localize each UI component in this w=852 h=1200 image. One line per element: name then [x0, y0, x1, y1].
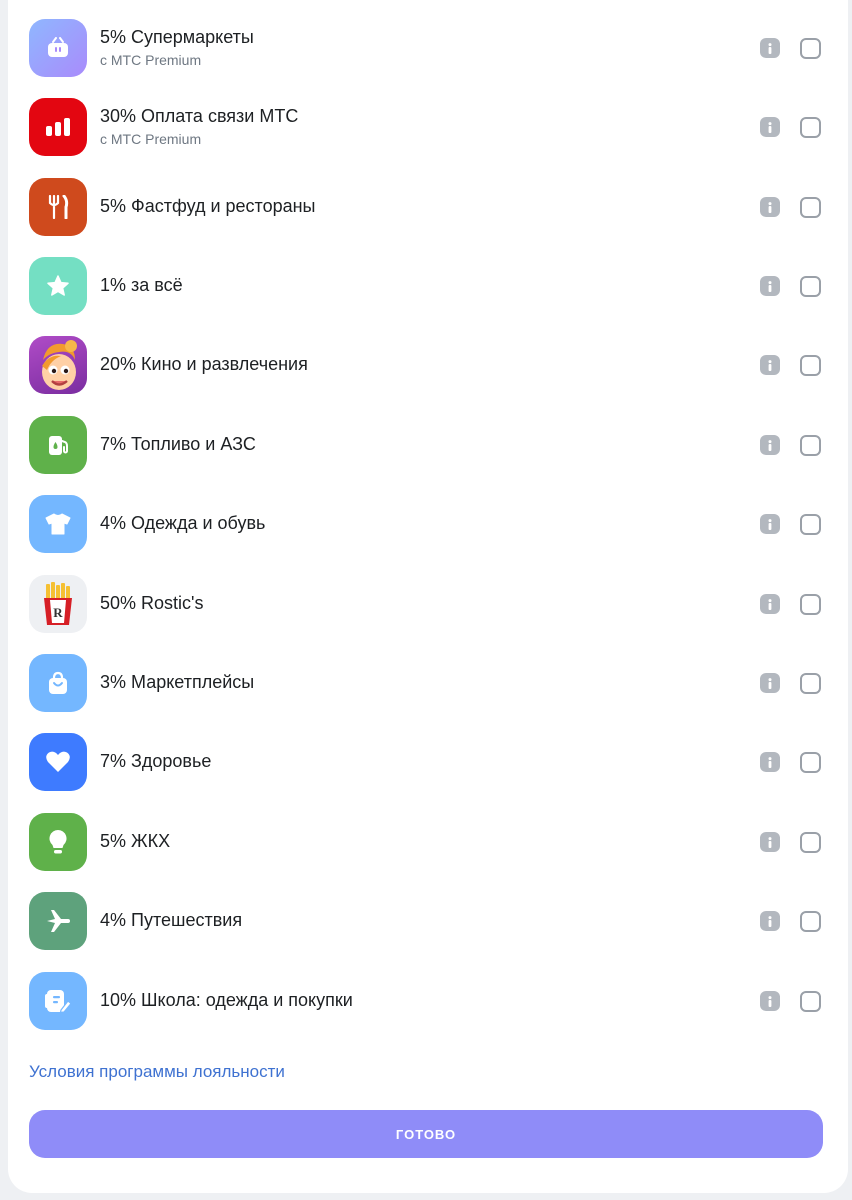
- info-icon[interactable]: [760, 276, 780, 296]
- light-bulb-icon: [29, 813, 87, 871]
- category-checkbox[interactable]: [800, 594, 821, 615]
- category-checkbox[interactable]: [800, 197, 821, 218]
- info-icon[interactable]: [760, 991, 780, 1011]
- category-row-cinema[interactable]: 20% Кино и развлечения: [0, 335, 852, 395]
- category-label: 20% Кино и развлечения: [100, 354, 308, 374]
- info-icon[interactable]: [760, 594, 780, 614]
- category-row-everything[interactable]: 1% за всё: [0, 256, 852, 316]
- category-sublabel: с МТС Premium: [100, 131, 202, 147]
- category-sublabel: с МТС Premium: [100, 52, 202, 68]
- done-button[interactable]: ГОТОВО: [29, 1110, 823, 1158]
- info-icon[interactable]: [760, 435, 780, 455]
- info-icon[interactable]: [760, 673, 780, 693]
- category-label: 7% Здоровье: [100, 751, 212, 771]
- info-icon[interactable]: [760, 832, 780, 852]
- category-row-rostics[interactable]: R 50% Rostic's: [0, 574, 852, 634]
- t-shirt-icon: [29, 495, 87, 553]
- category-label: 1% за всё: [100, 275, 183, 295]
- heart-icon: [29, 733, 87, 791]
- cartoon-character-icon: [29, 336, 87, 394]
- category-checkbox[interactable]: [800, 435, 821, 456]
- notebook-pen-icon: [29, 972, 87, 1030]
- airplane-icon: [29, 892, 87, 950]
- category-label: 10% Школа: одежда и покупки: [100, 990, 353, 1010]
- category-label: 4% Путешествия: [100, 910, 243, 930]
- shopping-bag-icon: [29, 654, 87, 712]
- category-checkbox[interactable]: [800, 991, 821, 1012]
- category-checkbox[interactable]: [800, 355, 821, 376]
- rostics-fries-icon: R: [29, 575, 87, 633]
- category-row-fuel[interactable]: 7% Топливо и АЗС: [0, 415, 852, 475]
- category-row-supermarkets[interactable]: 5% Супермаркеты с МТС Premium: [0, 18, 852, 78]
- category-row-fastfood[interactable]: 5% Фастфуд и рестораны: [0, 177, 852, 237]
- category-label: 5% Фастфуд и рестораны: [100, 196, 316, 216]
- info-icon[interactable]: [760, 355, 780, 375]
- category-label: 5% Супермаркеты: [100, 27, 254, 47]
- category-checkbox[interactable]: [800, 514, 821, 535]
- category-row-travel[interactable]: 4% Путешествия: [0, 891, 852, 951]
- category-row-marketplaces[interactable]: 3% Маркетплейсы: [0, 653, 852, 713]
- loyalty-terms-link[interactable]: Условия программы лояльности: [29, 1062, 285, 1082]
- info-icon[interactable]: [760, 752, 780, 772]
- info-icon[interactable]: [760, 197, 780, 217]
- shopping-basket-icon: [29, 19, 87, 77]
- category-row-mts-payment[interactable]: 30% Оплата связи МТС с МТС Premium: [0, 97, 852, 157]
- star-icon: [29, 257, 87, 315]
- category-label: 3% Маркетплейсы: [100, 672, 255, 692]
- info-icon[interactable]: [760, 38, 780, 58]
- category-label: 5% ЖКХ: [100, 831, 171, 851]
- category-checkbox[interactable]: [800, 117, 821, 138]
- category-row-school[interactable]: 10% Школа: одежда и покупки: [0, 971, 852, 1031]
- category-checkbox[interactable]: [800, 38, 821, 59]
- info-icon[interactable]: [760, 117, 780, 137]
- svg-text:R: R: [53, 605, 63, 620]
- category-checkbox[interactable]: [800, 752, 821, 773]
- info-icon[interactable]: [760, 514, 780, 534]
- info-icon[interactable]: [760, 911, 780, 931]
- category-label: 7% Топливо и АЗС: [100, 434, 256, 454]
- bar-chart-icon: [29, 98, 87, 156]
- category-label: 4% Одежда и обувь: [100, 513, 266, 533]
- fuel-pump-icon: [29, 416, 87, 474]
- category-checkbox[interactable]: [800, 673, 821, 694]
- category-row-health[interactable]: 7% Здоровье: [0, 732, 852, 792]
- category-label: 30% Оплата связи МТС: [100, 106, 299, 126]
- category-checkbox[interactable]: [800, 832, 821, 853]
- category-row-clothes[interactable]: 4% Одежда и обувь: [0, 494, 852, 554]
- category-checkbox[interactable]: [800, 276, 821, 297]
- fork-knife-icon: [29, 178, 87, 236]
- category-label: 50% Rostic's: [100, 593, 204, 613]
- done-button-label: ГОТОВО: [395, 1126, 457, 1142]
- category-checkbox[interactable]: [800, 911, 821, 932]
- category-row-utilities[interactable]: 5% ЖКХ: [0, 812, 852, 872]
